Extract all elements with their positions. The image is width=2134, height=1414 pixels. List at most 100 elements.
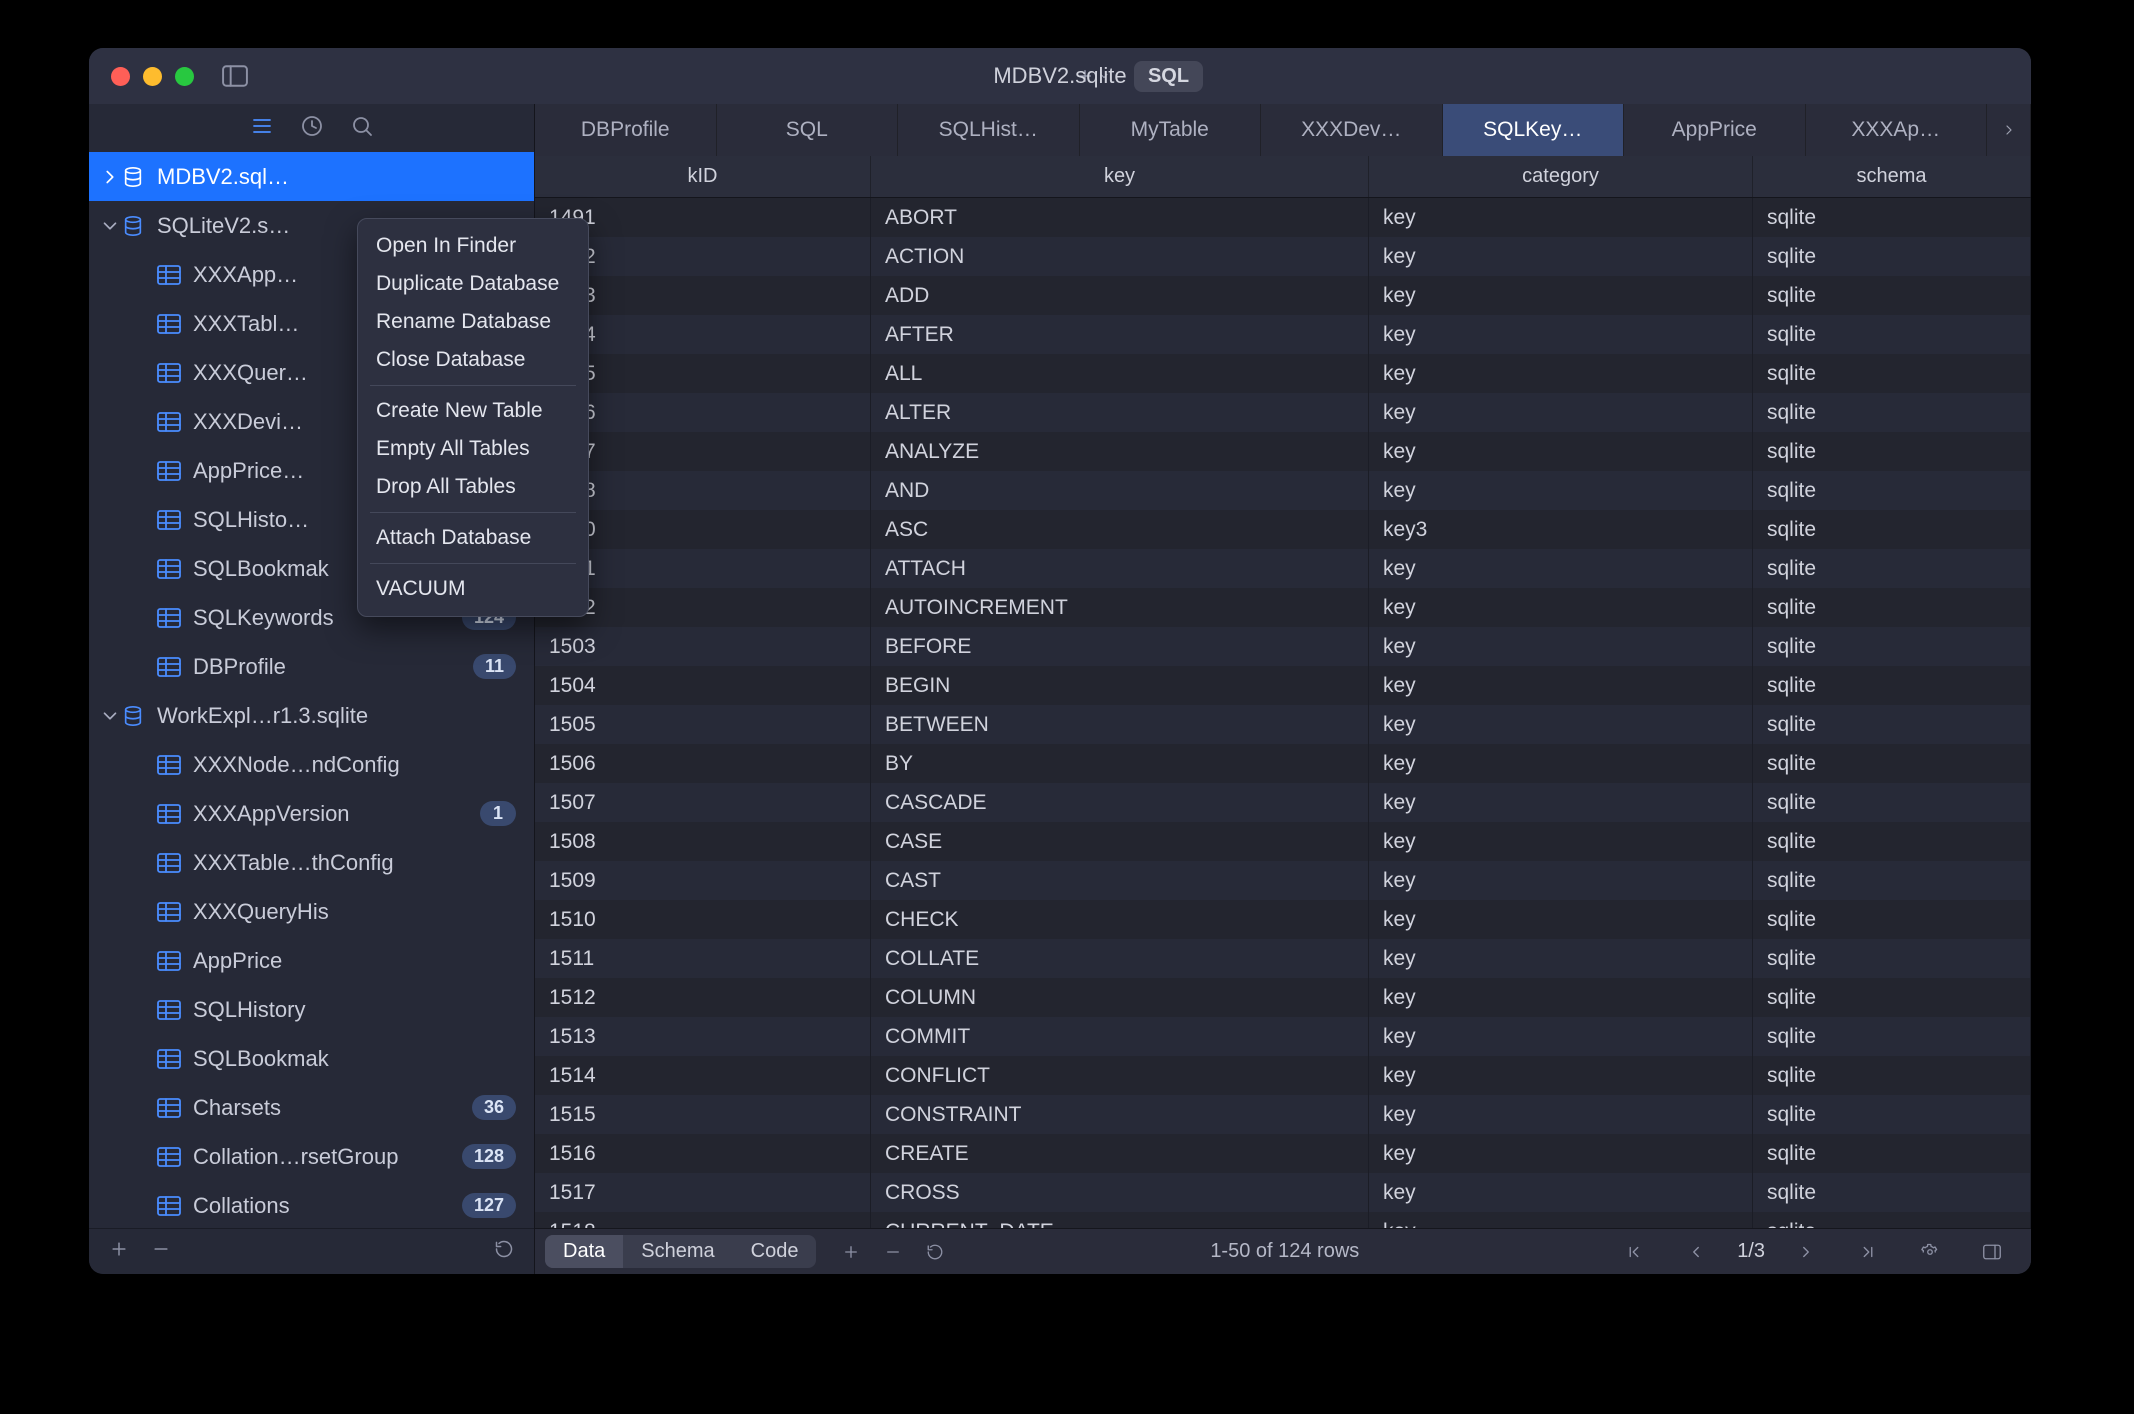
table-icon <box>157 607 181 629</box>
table-icon <box>157 509 181 531</box>
history-icon[interactable] <box>300 114 324 143</box>
sidebar-table[interactable]: XXXTable…thConfig <box>89 838 534 887</box>
menu-item[interactable]: Rename Database <box>358 303 588 341</box>
table-row[interactable]: 1513COMMITkeysqlite <box>535 1017 2031 1056</box>
table-row[interactable]: 1508CASEkeysqlite <box>535 822 2031 861</box>
tab[interactable]: DBProfile <box>535 104 717 156</box>
table-row[interactable]: 1511COLLATEkeysqlite <box>535 939 2031 978</box>
table-row[interactable]: 1491ABORTkeysqlite <box>535 198 2031 237</box>
table-row[interactable]: 1512COLUMNkeysqlite <box>535 978 2031 1017</box>
menu-item[interactable]: VACUUM <box>358 570 588 608</box>
panel-right-icon[interactable] <box>1983 1243 2001 1261</box>
data-grid[interactable]: 1491ABORTkeysqlite1492ACTIONkeysqlite149… <box>535 198 2031 1228</box>
table-row[interactable]: 1517CROSSkeysqlite <box>535 1173 2031 1212</box>
table-label: XXXAppVersion <box>193 801 480 827</box>
disclosure-icon[interactable] <box>99 166 121 188</box>
zoom-window-button[interactable] <box>175 67 194 86</box>
sidebar-table[interactable]: AppPrice <box>89 936 534 985</box>
sidebar-table[interactable]: XXXAppVersion 1 <box>89 789 534 838</box>
col-key[interactable]: key <box>871 156 1369 197</box>
list-view-icon[interactable] <box>250 114 274 143</box>
sidebar-db[interactable]: WorkExpl…r1.3.sqlite <box>89 691 534 740</box>
tab[interactable]: SQLHist… <box>898 104 1080 156</box>
sidebar-table[interactable]: Collation…rsetGroup 128 <box>89 1132 534 1181</box>
table-icon <box>157 1097 181 1119</box>
page-next-icon[interactable] <box>1797 1243 1815 1261</box>
table-row[interactable]: 1496ALTERkeysqlite <box>535 393 2031 432</box>
table-row[interactable]: 1492ACTIONkeysqlite <box>535 237 2031 276</box>
menu-item[interactable]: Create New Table <box>358 392 588 430</box>
segment-schema[interactable]: Schema <box>623 1235 732 1268</box>
view-segments[interactable]: DataSchemaCode <box>545 1235 816 1268</box>
minimize-window-button[interactable] <box>143 67 162 86</box>
menu-item[interactable]: Attach Database <box>358 519 588 557</box>
table-row[interactable]: 1515CONSTRAINTkeysqlite <box>535 1095 2031 1134</box>
table-row[interactable]: 1497ANALYZEkeysqlite <box>535 432 2031 471</box>
table-row[interactable]: 1498ANDkeysqlite <box>535 471 2031 510</box>
col-category[interactable]: category <box>1369 156 1753 197</box>
menu-item[interactable]: Empty All Tables <box>358 430 588 468</box>
tab[interactable]: XXXDev… <box>1261 104 1443 156</box>
settings-icon[interactable] <box>1921 1243 1939 1261</box>
table-row[interactable]: 1500ASCkey3sqlite <box>535 510 2031 549</box>
table-row[interactable]: 1509CASTkeysqlite <box>535 861 2031 900</box>
table-row[interactable]: 1506BYkeysqlite <box>535 744 2031 783</box>
table-row[interactable]: 1516CREATEkeysqlite <box>535 1134 2031 1173</box>
tab[interactable]: SQL <box>717 104 899 156</box>
segment-code[interactable]: Code <box>733 1235 817 1268</box>
disclosure-icon[interactable] <box>99 215 121 237</box>
menu-item[interactable]: Drop All Tables <box>358 468 588 506</box>
table-row[interactable]: 1495ALLkeysqlite <box>535 354 2031 393</box>
sidebar-table[interactable]: XXXNode…ndConfig <box>89 740 534 789</box>
tab[interactable]: XXXAp… <box>1806 104 1988 156</box>
menu-item[interactable]: Close Database <box>358 341 588 379</box>
page-first-icon[interactable] <box>1625 1243 1643 1261</box>
table-row[interactable]: 1514CONFLICTkeysqlite <box>535 1056 2031 1095</box>
refresh-grid-icon[interactable] <box>926 1243 944 1261</box>
search-icon[interactable] <box>350 114 374 143</box>
table-row[interactable]: 1503BEFOREkeysqlite <box>535 627 2031 666</box>
tab[interactable]: SQLKey… <box>1443 104 1625 156</box>
remove-db-icon[interactable] <box>151 1239 171 1264</box>
row-count-badge: 1 <box>480 801 516 826</box>
tabs-scroll-right-icon[interactable] <box>1987 104 2031 156</box>
col-kid[interactable]: kID <box>535 156 871 197</box>
db-label: WorkExpl…r1.3.sqlite <box>157 703 516 729</box>
refresh-sidebar-icon[interactable] <box>494 1239 514 1264</box>
sql-chip[interactable]: SQL <box>1134 61 1203 92</box>
tab[interactable]: AppPrice <box>1624 104 1806 156</box>
table-row[interactable]: 1494AFTERkeysqlite <box>535 315 2031 354</box>
sidebar-table[interactable]: Charsets 36 <box>89 1083 534 1132</box>
table-label: XXXNode…ndConfig <box>193 752 516 778</box>
table-row[interactable]: 1502AUTOINCREMENTkeysqlite <box>535 588 2031 627</box>
page-last-icon[interactable] <box>1859 1243 1877 1261</box>
remove-row-icon[interactable] <box>884 1243 902 1261</box>
sidebar-table[interactable]: DBProfile 11 <box>89 642 534 691</box>
table-row[interactable]: 1507CASCADEkeysqlite <box>535 783 2031 822</box>
segment-data[interactable]: Data <box>545 1235 623 1268</box>
sidebar-db[interactable]: MDBV2.sql… <box>89 152 534 201</box>
tab[interactable]: MyTable <box>1080 104 1262 156</box>
sidebar-table[interactable]: SQLHistory <box>89 985 534 1034</box>
col-schema[interactable]: schema <box>1753 156 2031 197</box>
table-row[interactable]: 1505BETWEENkeysqlite <box>535 705 2031 744</box>
add-row-icon[interactable] <box>842 1243 860 1261</box>
table-icon <box>157 1048 181 1070</box>
table-row[interactable]: 1504BEGINkeysqlite <box>535 666 2031 705</box>
table-icon <box>157 656 181 678</box>
disclosure-icon[interactable] <box>99 705 121 727</box>
page-prev-icon[interactable] <box>1687 1243 1705 1261</box>
table-row[interactable]: 1501ATTACHkeysqlite <box>535 549 2031 588</box>
sidebar-table[interactable]: SQLBookmak <box>89 1034 534 1083</box>
table-row[interactable]: 1493ADDkeysqlite <box>535 276 2031 315</box>
sidebar-table[interactable]: Collations 127 <box>89 1181 534 1228</box>
add-db-icon[interactable] <box>109 1239 129 1264</box>
close-window-button[interactable] <box>111 67 130 86</box>
table-row[interactable]: 1518CURRENT_DATEkeysqlite <box>535 1212 2031 1228</box>
menu-item[interactable]: Duplicate Database <box>358 265 588 303</box>
table-label: DBProfile <box>193 654 473 680</box>
menu-item[interactable]: Open In Finder <box>358 227 588 265</box>
sidebar-toggle-icon[interactable] <box>222 65 248 87</box>
sidebar-table[interactable]: XXXQueryHis <box>89 887 534 936</box>
table-row[interactable]: 1510CHECKkeysqlite <box>535 900 2031 939</box>
